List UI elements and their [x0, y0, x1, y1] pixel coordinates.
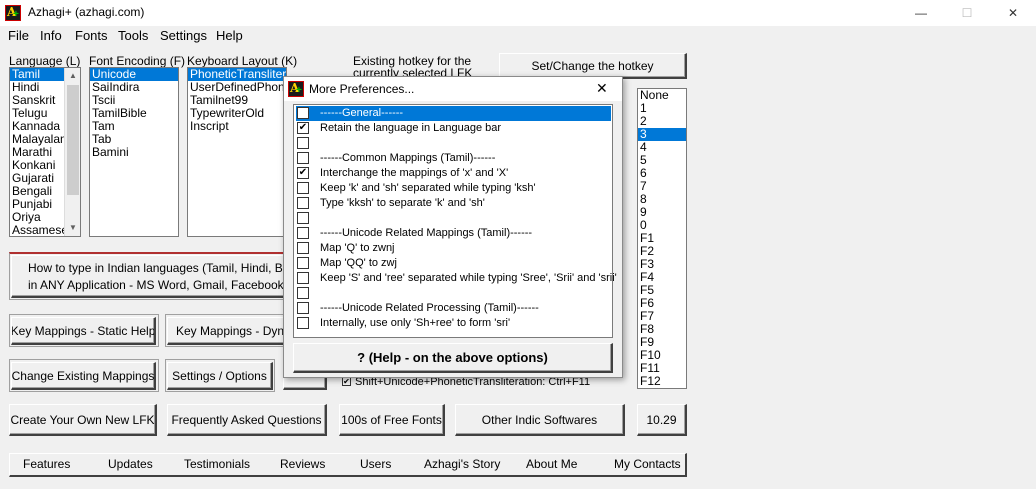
encoding-item[interactable]: Bamini: [90, 146, 178, 159]
dialog-logo-icon: A +: [288, 81, 304, 97]
layout-item[interactable]: Inscript: [188, 120, 286, 133]
change-mappings-button[interactable]: Change Existing Mappings: [11, 362, 156, 390]
option-label: ------General------: [320, 107, 404, 119]
menu-help[interactable]: Help: [216, 28, 243, 43]
checkbox-checked-icon[interactable]: ✔: [297, 122, 309, 134]
scroll-up-icon[interactable]: ▲: [65, 68, 80, 84]
dialog-title-bar: A + More Preferences... ✕: [284, 77, 622, 101]
title-bar: [0, 0, 1036, 26]
option-label: Map 'QQ' to zwj: [320, 257, 397, 269]
window-title: Azhagi+ (azhagi.com): [28, 5, 145, 19]
option-row[interactable]: Map 'QQ' to zwj: [296, 256, 611, 271]
nav-about[interactable]: About Me: [526, 457, 577, 471]
hotkey-item[interactable]: F12: [638, 375, 686, 388]
option-row[interactable]: ------General------: [296, 106, 611, 121]
font-encoding-listbox[interactable]: Unicode SaiIndira Tscii TamilBible Tam Tab Bam…: [89, 67, 179, 237]
checkbox-icon[interactable]: [297, 302, 309, 314]
option-row[interactable]: [296, 211, 611, 226]
menu-tools[interactable]: Tools: [118, 28, 148, 43]
howto-button[interactable]: How to type in Indian languages (Tamil, …: [11, 255, 299, 298]
howto-line-1: How to type in Indian languages (Tamil, …: [28, 260, 299, 275]
checkbox-icon[interactable]: [297, 182, 309, 194]
option-label: ------Unicode Related Mappings (Tamil)--…: [320, 227, 533, 239]
free-fonts-button[interactable]: 100s of Free Fonts: [339, 404, 445, 436]
scroll-thumb[interactable]: [67, 85, 79, 195]
nav-reviews[interactable]: Reviews: [280, 457, 325, 471]
keyboard-layout-listbox[interactable]: PhoneticTransliterationUserDefinedPhonet…: [187, 67, 287, 237]
option-label: Type 'kksh' to separate 'k' and 'sh': [320, 197, 485, 209]
option-label: Retain the language in Language bar: [320, 122, 502, 134]
settings-options-button[interactable]: Settings / Options: [167, 362, 273, 390]
option-row[interactable]: Keep 'k' and 'sh' separated while typing…: [296, 181, 611, 196]
create-lfk-button[interactable]: Create Your Own New LFK: [9, 404, 157, 436]
nav-story[interactable]: Azhagi's Story: [424, 457, 500, 471]
option-label: Keep 'S' and 'ree' separated while typin…: [320, 272, 617, 284]
option-row[interactable]: [296, 286, 611, 301]
menu-fonts[interactable]: Fonts: [75, 28, 108, 43]
checkbox-icon[interactable]: [297, 242, 309, 254]
menu-bar: [0, 26, 1036, 46]
dialog-title: More Preferences...: [309, 82, 415, 96]
checkbox-checked-icon[interactable]: ✔: [297, 167, 309, 179]
key-mappings-dynamic-button[interactable]: Key Mappings - Dynam: [167, 317, 293, 345]
language-scrollbar[interactable]: ▲ ▼: [64, 68, 80, 236]
option-row[interactable]: Internally, use only 'Sh+ree' to form 's…: [296, 316, 611, 331]
option-row[interactable]: Keep 'S' and 'ree' separated while typin…: [296, 271, 617, 286]
option-row[interactable]: Map 'Q' to zwnj: [296, 241, 611, 256]
option-label: Interchange the mappings of 'x' and 'X': [320, 167, 509, 179]
app-logo-icon: A +: [5, 5, 21, 21]
hotkey-listbox[interactable]: None 1 2 3 4 5 6 7 8 9 0 F1 F2 F3 F4 F5 F6 F7 F8 F9 F10 F11 F1…: [637, 88, 687, 389]
nav-testimonials[interactable]: Testimonials: [184, 457, 250, 471]
howto-line-2: in ANY Application - MS Word, Gmail, Fac…: [28, 277, 299, 292]
option-row[interactable]: ------Unicode Related Mappings (Tamil)--…: [296, 226, 611, 241]
menu-settings[interactable]: Settings: [160, 28, 207, 43]
checkbox-icon[interactable]: [297, 257, 309, 269]
nav-contacts[interactable]: My Contacts: [614, 457, 681, 471]
option-row[interactable]: ------Unicode Related Processing (Tamil)…: [296, 301, 611, 316]
dialog-close-icon[interactable]: ✕: [596, 80, 608, 97]
language-label: Language (L): [9, 54, 81, 68]
scroll-down-icon[interactable]: ▼: [65, 220, 80, 236]
options-checklist[interactable]: ------General------ ✔ Retain the language …: [293, 104, 617, 338]
font-encoding-label: Font Encoding (F): [89, 54, 186, 68]
option-row[interactable]: ✔ Interchange the mappings of 'x' and 'X': [296, 166, 611, 181]
menu-file[interactable]: File: [8, 28, 29, 43]
option-label: Map 'Q' to zwnj: [320, 242, 395, 254]
checkbox-icon[interactable]: [297, 272, 309, 284]
checkbox-icon[interactable]: [297, 212, 309, 224]
option-row[interactable]: Type 'kksh' to separate 'k' and 'sh': [296, 196, 611, 211]
checkbox-icon[interactable]: [297, 227, 309, 239]
key-mappings-static-button[interactable]: Key Mappings - Static Help: [11, 317, 156, 345]
option-row[interactable]: [296, 136, 611, 151]
checkbox-icon[interactable]: [297, 152, 309, 164]
option-label: ------Unicode Related Processing (Tamil)…: [320, 302, 539, 314]
option-label: ------Common Mappings (Tamil)------: [320, 152, 496, 164]
nav-features[interactable]: Features: [23, 457, 70, 471]
version-button[interactable]: 10.29: [637, 404, 687, 436]
close-button[interactable]: ✕: [990, 0, 1036, 26]
checkbox-icon[interactable]: [297, 107, 309, 119]
nav-users[interactable]: Users: [360, 457, 391, 471]
more-preferences-dialog: A + More Preferences... ✕ ------General-…: [283, 76, 623, 378]
other-indic-button[interactable]: Other Indic Softwares: [455, 404, 625, 436]
option-row[interactable]: ------Common Mappings (Tamil)------: [296, 151, 611, 166]
option-row[interactable]: ✔ Retain the language in Language bar: [296, 121, 611, 136]
checkbox-icon[interactable]: [297, 137, 309, 149]
nav-updates[interactable]: Updates: [108, 457, 153, 471]
checkbox-icon[interactable]: [297, 197, 309, 209]
maximize-button[interactable]: ☐: [944, 0, 990, 26]
minimize-button[interactable]: —: [898, 0, 944, 26]
option-label: Internally, use only 'Sh+ree' to form 's…: [320, 317, 511, 329]
faq-button[interactable]: Frequently Asked Questions: [167, 404, 327, 436]
keyboard-layout-label: Keyboard Layout (K): [187, 54, 298, 68]
language-listbox[interactable]: Tamil Hindi Sanskrit Telugu Kannada Malayalam…: [9, 67, 81, 237]
help-options-button[interactable]: ? (Help - on the above options): [293, 343, 613, 373]
option-label: Keep 'k' and 'sh' separated while typing…: [320, 182, 536, 194]
menu-info[interactable]: Info: [40, 28, 62, 43]
checkbox-icon[interactable]: [297, 287, 309, 299]
checkbox-icon[interactable]: [297, 317, 309, 329]
